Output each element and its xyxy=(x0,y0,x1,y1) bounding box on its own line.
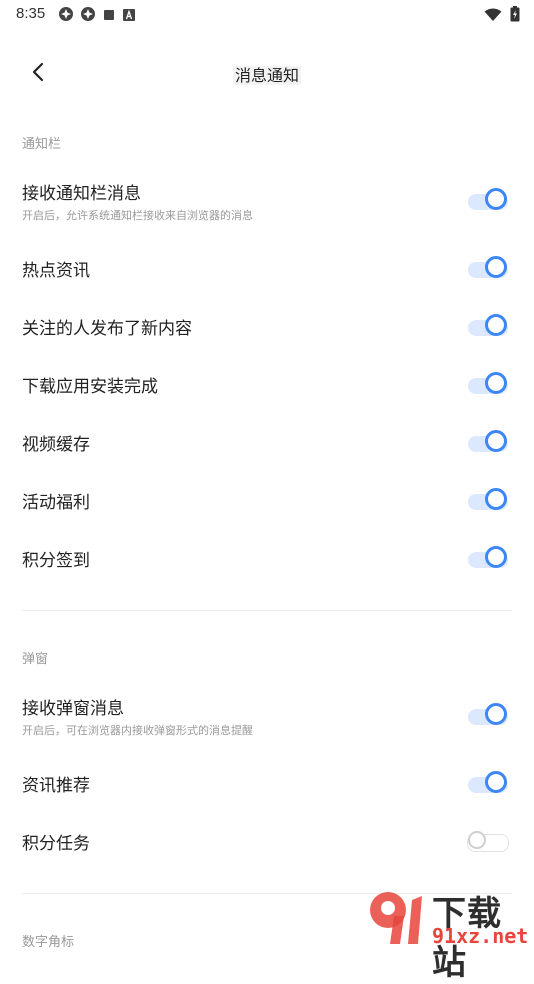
toggle-switch[interactable] xyxy=(466,254,512,282)
square-notification-icon xyxy=(102,7,116,26)
setting-row-download-install-complete[interactable]: 下载应用安装完成 xyxy=(0,360,534,406)
toggle-switch[interactable] xyxy=(466,486,512,514)
setting-title: 热点资讯 xyxy=(22,261,90,281)
setting-title: 积分签到 xyxy=(22,551,90,571)
setting-title: 活动福利 xyxy=(22,493,90,513)
battery-charging-icon xyxy=(510,6,520,26)
section-label-notification-bar: 通知栏 xyxy=(22,137,62,152)
setting-row-receive-notification-bar[interactable]: 接收通知栏消息 开启后，允许系统通知栏接收来自浏览器的消息 xyxy=(0,170,534,230)
toggle-knob xyxy=(485,488,507,510)
site-watermark: 下载站 91xz.net xyxy=(360,884,534,983)
setting-description: 开启后，可在浏览器内接收弹窗形式的消息提醒 xyxy=(22,724,253,737)
status-bar: 8:35 xyxy=(0,0,534,28)
toggle-knob xyxy=(485,256,507,278)
setting-row-followed-new-content[interactable]: 关注的人发布了新内容 xyxy=(0,302,534,348)
toggle-knob xyxy=(485,430,507,452)
setting-row-video-cache[interactable]: 视频缓存 xyxy=(0,418,534,464)
status-system-icons xyxy=(484,6,520,26)
setting-title: 下载应用安装完成 xyxy=(22,377,158,397)
section-divider xyxy=(22,610,512,611)
toggle-switch[interactable] xyxy=(466,827,512,855)
setting-title: 关注的人发布了新内容 xyxy=(22,319,192,339)
status-time: 8:35 xyxy=(16,5,46,22)
status-notification-icons xyxy=(58,6,136,26)
setting-row-receive-popup[interactable]: 接收弹窗消息 开启后，可在浏览器内接收弹窗形式的消息提醒 xyxy=(0,685,534,745)
setting-row-news-recommendation[interactable]: 资讯推荐 xyxy=(0,759,534,805)
section-label-badge-number: 数字角标 xyxy=(22,935,75,950)
wifi-icon xyxy=(484,7,502,26)
setting-title: 资讯推荐 xyxy=(22,776,90,796)
toggle-knob xyxy=(485,771,507,793)
setting-title: 接收通知栏消息 xyxy=(22,184,141,204)
page-title-text: 消息通知 xyxy=(232,66,301,85)
setting-row-points-tasks[interactable]: 积分任务 xyxy=(0,817,534,863)
setting-title: 接收弹窗消息 xyxy=(22,699,124,719)
app-header: 消息通知 xyxy=(0,52,534,96)
toggle-knob xyxy=(468,831,486,849)
toggle-knob xyxy=(485,314,507,336)
toggle-switch[interactable] xyxy=(466,186,512,214)
toggle-knob xyxy=(485,372,507,394)
notification-app-icon xyxy=(58,6,74,26)
setting-row-activity-benefits[interactable]: 活动福利 xyxy=(0,476,534,522)
toggle-knob xyxy=(485,703,507,725)
page-title: 消息通知 xyxy=(0,62,534,86)
notification-app-icon xyxy=(80,6,96,26)
section-label-popup: 弹窗 xyxy=(22,652,49,667)
toggle-switch[interactable] xyxy=(466,701,512,729)
toggle-switch[interactable] xyxy=(466,769,512,797)
watermark-logo xyxy=(364,886,430,948)
font-notification-icon xyxy=(122,7,136,26)
toggle-knob xyxy=(485,546,507,568)
toggle-switch[interactable] xyxy=(466,428,512,456)
watermark-url: 91xz.net xyxy=(432,924,529,948)
setting-title: 积分任务 xyxy=(22,834,90,854)
setting-row-hot-news[interactable]: 热点资讯 xyxy=(0,244,534,290)
toggle-switch[interactable] xyxy=(466,544,512,572)
setting-row-points-checkin[interactable]: 积分签到 xyxy=(0,534,534,580)
toggle-switch[interactable] xyxy=(466,370,512,398)
setting-title: 视频缓存 xyxy=(22,435,90,455)
toggle-switch[interactable] xyxy=(466,312,512,340)
toggle-knob xyxy=(485,188,507,210)
setting-description: 开启后，允许系统通知栏接收来自浏览器的消息 xyxy=(22,209,253,222)
